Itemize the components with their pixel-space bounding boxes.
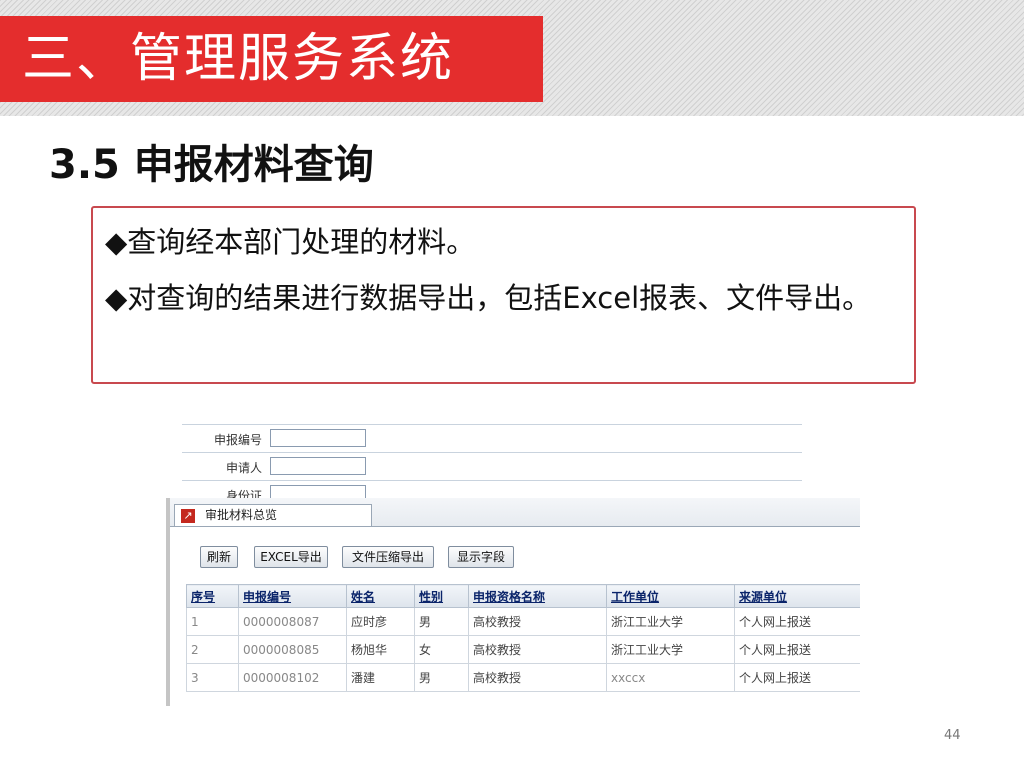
arrow-icon: ↗ — [181, 509, 195, 523]
table-cell: 高校教授 — [468, 607, 607, 636]
table-cell: 高校教授 — [468, 663, 607, 692]
table-row[interactable]: 2 0000008085 杨旭华 女 高校教授 浙江工业大学 个人网上报送 — [186, 635, 860, 664]
table-cell: 个人网上报送 — [734, 607, 860, 636]
table-cell: 3 — [186, 663, 239, 692]
bullet-box: ◆查询经本部门处理的材料。 ◆对查询的结果进行数据导出，包括Excel报表、文件… — [91, 206, 916, 384]
table-cell: 浙江工业大学 — [606, 635, 735, 664]
table-cell: 2 — [186, 635, 239, 664]
table-cell: xxccx — [606, 663, 735, 692]
table-header-row: 序号 申报编号 姓名 性别 申报资格名称 工作单位 来源单位 — [186, 584, 860, 608]
panel-tabbar: ↗ 审批材料总览 — [170, 498, 860, 527]
refresh-button[interactable]: 刷新 — [200, 546, 238, 568]
table-cell: 个人网上报送 — [734, 635, 860, 664]
form-row: 申报编号 — [182, 424, 802, 453]
file-zip-export-button[interactable]: 文件压缩导出 — [342, 546, 434, 568]
bullet-item: ◆对查询的结果进行数据导出，包括Excel报表、文件导出。 — [105, 281, 872, 315]
column-header[interactable]: 性别 — [414, 584, 469, 608]
page-number: 44 — [944, 728, 961, 743]
approval-panel: ↗ 审批材料总览 刷新 EXCEL导出 文件压缩导出 显示字段 序号 申报编号 — [166, 498, 860, 706]
section-subtitle: 3.5 申报材料查询 — [49, 142, 374, 188]
table-row[interactable]: 3 0000008102 潘建 男 高校教授 xxccx 个人网上报送 — [186, 663, 860, 692]
table-cell: 个人网上报送 — [734, 663, 860, 692]
tab-approval-overview[interactable]: ↗ 审批材料总览 — [174, 504, 372, 526]
table-cell: 应时彦 — [346, 607, 415, 636]
table-cell: 浙江工业大学 — [606, 607, 735, 636]
column-header[interactable]: 申报编号 — [238, 584, 347, 608]
field-label: 申请人 — [225, 461, 262, 475]
excel-export-button[interactable]: EXCEL导出 — [254, 546, 328, 568]
column-header[interactable]: 申报资格名称 — [468, 584, 607, 608]
declaration-number-input[interactable] — [270, 429, 366, 447]
table-cell: 0000008087 — [238, 607, 347, 636]
table-cell: 1 — [186, 607, 239, 636]
table-cell: 0000008102 — [238, 663, 347, 692]
embedded-screenshot: 申报编号 申请人 身份证 ↗ 审批材料总览 刷新 EXCEL导出 文件压缩导出 … — [166, 420, 860, 706]
column-header[interactable]: 序号 — [186, 584, 239, 608]
table-cell: 女 — [414, 635, 469, 664]
results-table: 序号 申报编号 姓名 性别 申报资格名称 工作单位 来源单位 1 0000008… — [186, 584, 860, 692]
column-header[interactable]: 来源单位 — [734, 584, 860, 608]
form-row: 申请人 — [182, 452, 802, 481]
table-cell: 男 — [414, 607, 469, 636]
slide-title: 三、管理服务系统 — [0, 16, 543, 102]
column-header[interactable]: 姓名 — [346, 584, 415, 608]
table-cell: 杨旭华 — [346, 635, 415, 664]
table-cell: 高校教授 — [468, 635, 607, 664]
show-fields-button[interactable]: 显示字段 — [448, 546, 514, 568]
bullet-item: ◆查询经本部门处理的材料。 — [105, 225, 476, 259]
table-cell: 男 — [414, 663, 469, 692]
field-label: 申报编号 — [213, 433, 262, 447]
search-form: 申报编号 申请人 身份证 — [182, 424, 802, 504]
column-header[interactable]: 工作单位 — [606, 584, 735, 608]
tab-label: 审批材料总览 — [205, 508, 278, 522]
table-row[interactable]: 1 0000008087 应时彦 男 高校教授 浙江工业大学 个人网上报送 — [186, 607, 860, 636]
applicant-input[interactable] — [270, 457, 366, 475]
table-cell: 0000008085 — [238, 635, 347, 664]
table-cell: 潘建 — [346, 663, 415, 692]
